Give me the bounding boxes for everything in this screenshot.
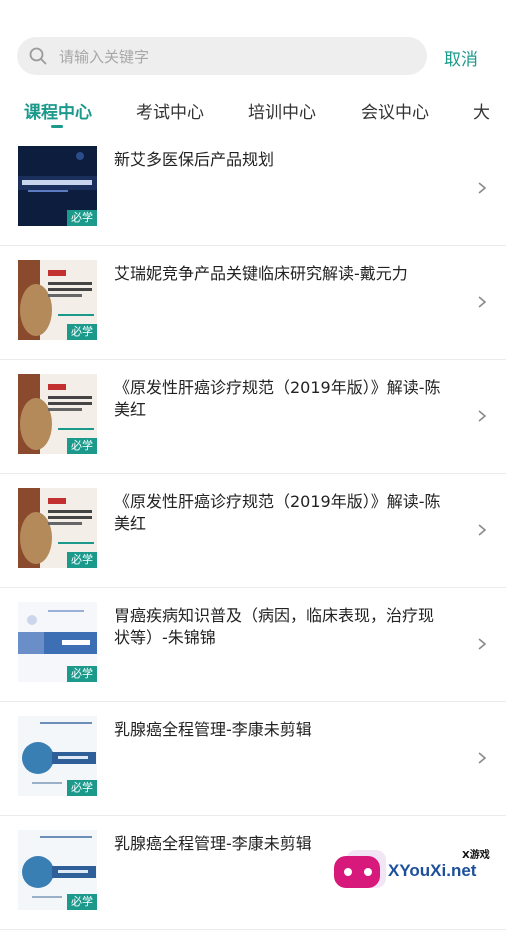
required-badge: 必学 (67, 894, 97, 910)
category-tabs: 课程中心 考试中心 培训中心 会议中心 大 (0, 92, 506, 132)
chevron-right-icon (478, 296, 487, 308)
course-title: 胃癌疾病知识普及（病因，临床表现，治疗现状等）-朱锦锦 (114, 606, 435, 647)
course-thumbnail: 必学 (18, 146, 97, 226)
course-title: 艾瑞妮竞争产品关键临床研究解读-戴元力 (114, 264, 408, 283)
watermark-text: XYouXi.net (388, 861, 477, 880)
tab-exam-center[interactable]: 考试中心 (136, 98, 204, 123)
required-badge: 必学 (67, 666, 97, 682)
course-thumbnail: 必学 (18, 602, 97, 682)
course-thumbnail: 必学 (18, 488, 97, 568)
required-badge: 必学 (67, 780, 97, 796)
course-thumbnail: 必学 (18, 830, 97, 910)
search-box[interactable] (17, 37, 427, 77)
required-badge: 必学 (67, 552, 97, 568)
list-item[interactable]: 必学 《原发性肝癌诊疗规范（2019年版）》解读-陈美红 (0, 474, 506, 588)
required-badge: 必学 (67, 438, 97, 454)
course-title: 乳腺癌全程管理-李康未剪辑 (114, 720, 312, 739)
chevron-right-icon (478, 410, 487, 422)
search-input[interactable] (57, 37, 421, 77)
tab-course-center[interactable]: 课程中心 (24, 98, 92, 123)
course-thumbnail: 必学 (18, 374, 97, 454)
tab-meeting-center[interactable]: 会议中心 (361, 98, 429, 123)
tab-more[interactable]: 大 (473, 98, 490, 123)
course-title: 《原发性肝癌诊疗规范（2019年版）》解读-陈美红 (114, 492, 441, 533)
chevron-right-icon (478, 182, 487, 194)
required-badge: 必学 (67, 324, 97, 340)
search-icon (29, 47, 47, 65)
cancel-button[interactable]: 取消 (444, 45, 478, 70)
search-bar: 取消 (0, 0, 506, 92)
required-badge: 必学 (67, 210, 97, 226)
list-item[interactable]: 必学 新艾多医保后产品规划 (0, 132, 506, 246)
course-title: 新艾多医保后产品规划 (114, 150, 275, 169)
watermark-small-text: X游戏 (462, 850, 490, 861)
course-title: 《原发性肝癌诊疗规范（2019年版）》解读-陈美红 (114, 378, 441, 419)
list-item[interactable]: 必学 胃癌疾病知识普及（病因，临床表现，治疗现状等）-朱锦锦 (0, 588, 506, 702)
course-list: 必学 新艾多医保后产品规划 必学 艾瑞妮竞争产品关键临床研究解读-戴元力 必学 … (0, 132, 506, 930)
course-thumbnail: 必学 (18, 716, 97, 796)
chevron-right-icon (478, 752, 487, 764)
active-tab-indicator (51, 125, 63, 128)
list-item[interactable]: 必学 《原发性肝癌诊疗规范（2019年版）》解读-陈美红 (0, 360, 506, 474)
course-thumbnail: 必学 (18, 260, 97, 340)
chevron-right-icon (478, 524, 487, 536)
list-item[interactable]: 必学 乳腺癌全程管理-李康未剪辑 (0, 702, 506, 816)
list-item[interactable]: 必学 艾瑞妮竞争产品关键临床研究解读-戴元力 (0, 246, 506, 360)
chevron-right-icon (478, 638, 487, 650)
tab-training-center[interactable]: 培训中心 (248, 98, 316, 123)
